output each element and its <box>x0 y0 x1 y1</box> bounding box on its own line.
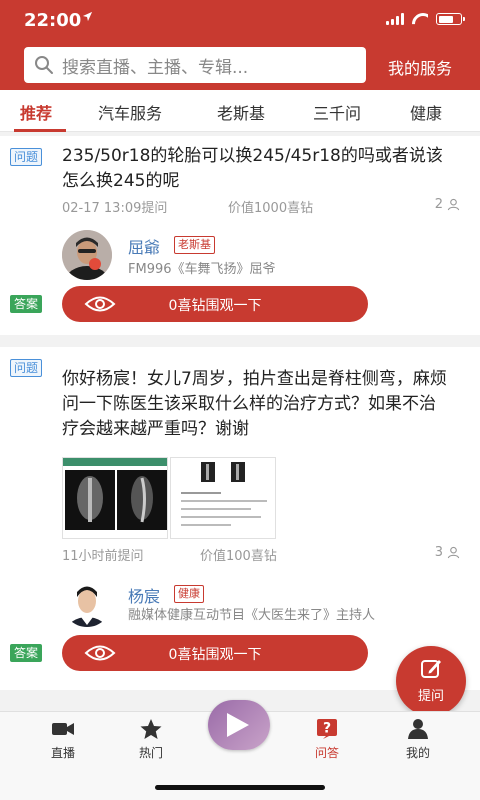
question-text[interactable]: 235/50r18的轮胎可以换245/45r18的吗或者说该怎么换245的呢 <box>62 144 452 194</box>
nav-label: 直播 <box>50 746 75 760</box>
watch-count: 2 <box>435 197 460 212</box>
nav-item-live[interactable]: 直播 <box>33 718 93 761</box>
search-placeholder: 搜索直播、主播、专辑... <box>62 57 249 78</box>
watch-answer-button[interactable]: 0喜钻围观一下 <box>62 286 368 322</box>
search-icon <box>35 56 53 74</box>
question-time: 11小时前提问 <box>62 549 144 564</box>
battery-icon <box>436 13 465 25</box>
answer-tag: 答案 <box>10 644 43 662</box>
status-time: 22:00 <box>24 10 82 31</box>
person-icon <box>447 198 460 211</box>
watch-answer-button[interactable]: 0喜钻围观一下 <box>62 635 368 671</box>
center-live-button[interactable] <box>208 700 270 750</box>
tab-recommend[interactable]: 推荐 <box>20 100 52 124</box>
nav-item-me[interactable]: 我的 <box>388 718 448 761</box>
tab-car-service[interactable]: 汽车服务 <box>98 100 162 124</box>
tab-active-indicator <box>14 129 66 132</box>
ask-question-label: 提问 <box>417 689 444 704</box>
tab-sanqianwen[interactable]: 三千问 <box>313 100 361 124</box>
status-bar: 22:00 <box>0 0 480 40</box>
category-tabs: 推荐 汽车服务 老斯基 三千问 健康 <box>0 90 480 132</box>
tab-laosiji[interactable]: 老斯基 <box>217 100 265 124</box>
tab-health[interactable]: 健康 <box>410 100 442 124</box>
question-icon: ? <box>317 719 337 739</box>
question-tag: 问题 <box>10 148 43 166</box>
question-time: 02-17 13:09提问 <box>62 201 168 216</box>
cellular-signal-icon <box>386 13 404 25</box>
question-value: 价值100喜钻 <box>200 549 277 564</box>
search-input[interactable]: 搜索直播、主播、专辑... <box>24 47 366 83</box>
nav-item-qa[interactable]: ? 问答 <box>297 718 357 761</box>
question-images[interactable] <box>62 457 276 539</box>
question-card[interactable]: 问题 你好杨宸！女儿7周岁，拍片查出是脊柱侧弯，麻烦问一下陈医生该采取什么样的治… <box>0 347 480 690</box>
app-header: 22:00 搜索直播、主播、专辑... 我的服务 <box>0 0 480 90</box>
nav-label: 热门 <box>138 746 163 760</box>
question-tag: 问题 <box>10 359 43 377</box>
answer-tag: 答案 <box>10 295 43 313</box>
play-icon <box>227 713 249 737</box>
watch-answer-label: 0喜钻围观一下 <box>168 647 262 663</box>
nav-label: 问答 <box>314 746 339 760</box>
user-icon <box>408 719 428 739</box>
watch-count-value: 2 <box>434 197 443 212</box>
xray-image[interactable] <box>62 457 168 539</box>
home-indicator <box>155 785 325 790</box>
question-card[interactable]: 问题 235/50r18的轮胎可以换245/45r18的吗或者说该怎么换245的… <box>0 136 480 335</box>
nav-item-hot[interactable]: 热门 <box>121 718 181 761</box>
svg-text:?: ? <box>323 721 331 737</box>
edit-icon <box>421 660 441 678</box>
question-value: 价值1000喜钻 <box>228 201 314 216</box>
answerer-badge: 老斯基 <box>174 236 215 254</box>
answerer-desc: FM996《车舞飞扬》屈爷 <box>128 262 276 277</box>
video-camera-icon <box>52 723 74 735</box>
answerer-badge: 健康 <box>174 585 204 603</box>
watch-count: 3 <box>435 545 460 560</box>
question-text[interactable]: 你好杨宸！女儿7周岁，拍片查出是脊柱侧弯，麻烦问一下陈医生该采取什么样的治疗方式… <box>62 367 452 442</box>
watch-answer-label: 0喜钻围观一下 <box>168 298 262 314</box>
my-service-link[interactable]: 我的服务 <box>388 55 452 79</box>
location-arrow-icon <box>82 11 93 25</box>
status-icons <box>386 13 465 25</box>
answerer-name[interactable]: 屈爺 <box>128 234 160 258</box>
avatar[interactable] <box>62 577 112 627</box>
avatar[interactable] <box>62 230 112 280</box>
ask-question-button[interactable]: 提问 <box>396 646 466 716</box>
person-icon <box>447 546 460 559</box>
nav-label: 我的 <box>405 746 430 760</box>
wifi-icon <box>412 13 428 25</box>
watch-count-value: 3 <box>434 545 443 560</box>
star-icon <box>140 719 162 739</box>
report-image[interactable] <box>170 457 276 539</box>
answerer-desc: 融媒体健康互动节目《大医生来了》主持人 <box>128 608 376 623</box>
